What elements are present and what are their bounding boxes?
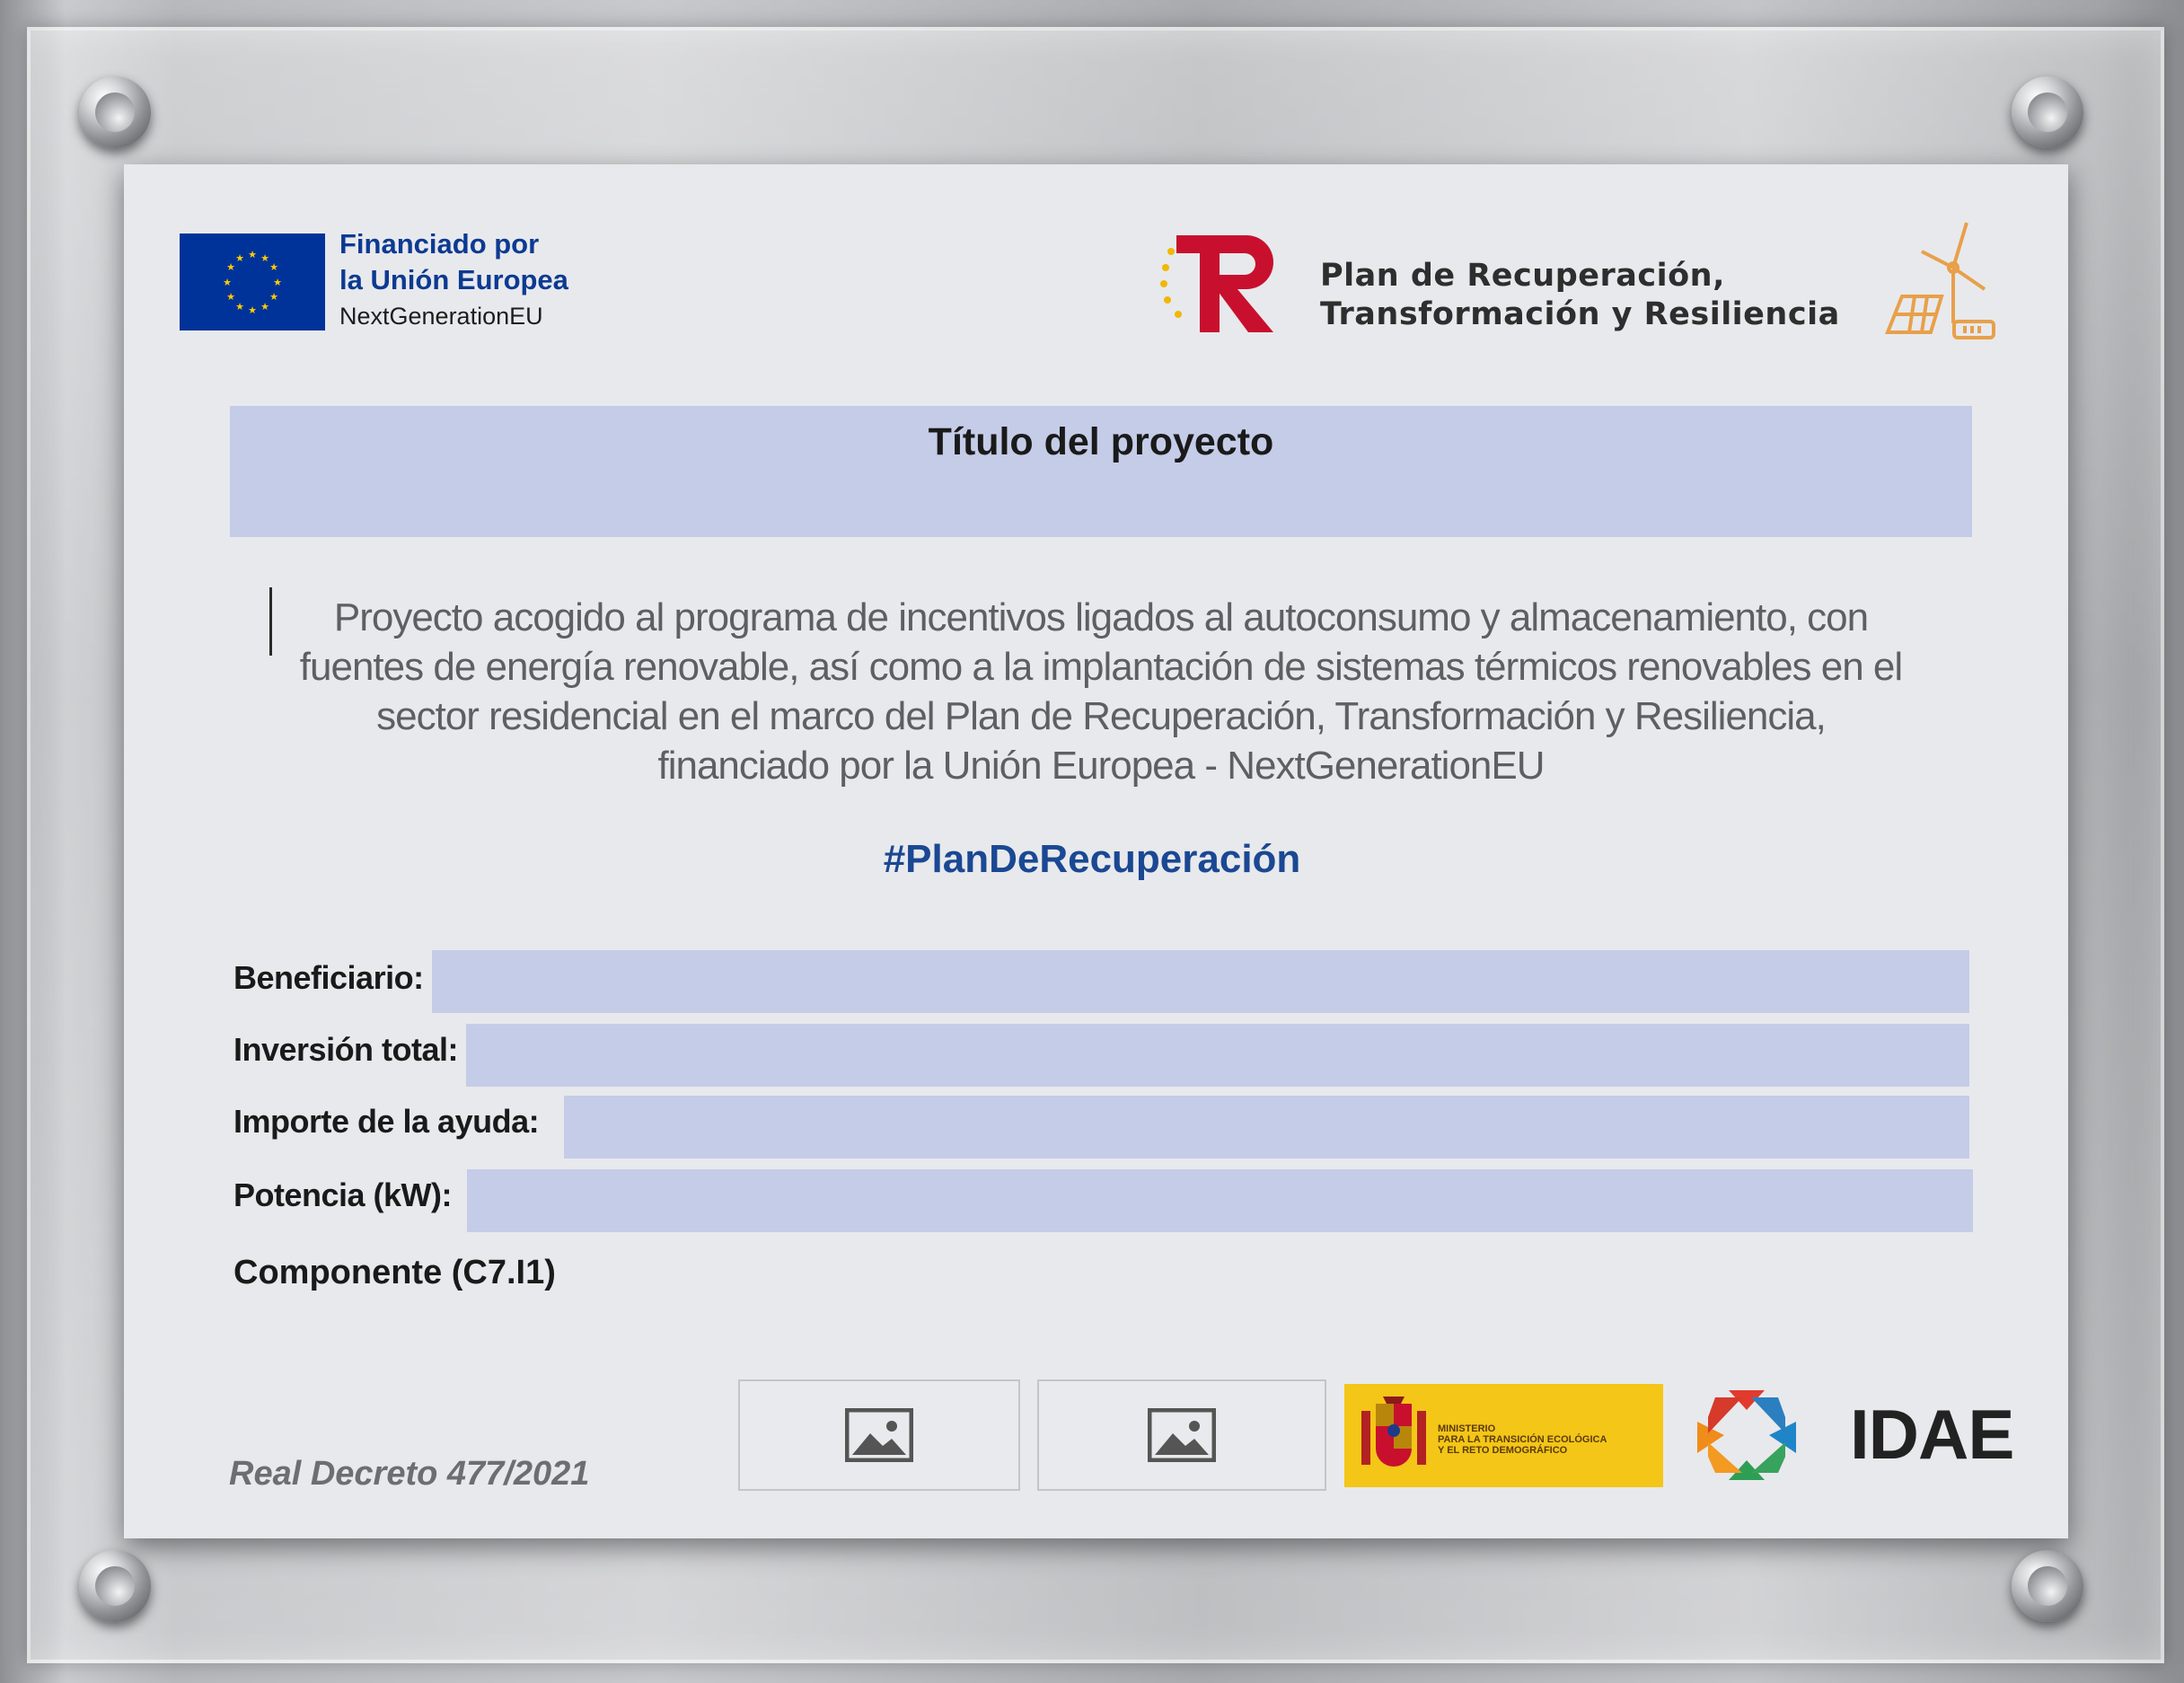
wind-solar-icon [1868,216,2003,350]
eu-funding-text: Financiado por la Unión Europea NextGene… [339,226,568,334]
ministry-text: MINISTERIO PARA LA TRANSICIÓN ECOLÓGICA … [1438,1423,1653,1456]
importe-label: Importe de la ayuda: [233,1103,540,1140]
importe-field[interactable] [564,1096,1969,1159]
beneficiario-field[interactable] [432,950,1969,1013]
svg-text:★: ★ [269,291,278,303]
tr-logo-icon [1158,225,1293,337]
description-line-2: fuentes de energía renovable, así como a… [299,645,1903,689]
svg-text:★: ★ [248,304,257,316]
ministry-line-1: MINISTERIO [1438,1423,1496,1434]
ministry-line-2: PARA LA TRANSICIÓN ECOLÓGICA [1438,1434,1607,1445]
potencia-field[interactable] [467,1169,1973,1232]
svg-text:★: ★ [260,301,269,313]
description-line-1: Proyecto acogido al programa de incentiv… [333,595,1869,639]
svg-text:★: ★ [248,249,257,260]
plan-recuperacion-text: Plan de Recuperación, Transformación y R… [1320,257,1840,334]
eu-flag-icon: ★ ★ ★ ★ ★ ★ ★ ★ ★ ★ ★ ★ [180,234,325,330]
screw-bottom-right [2012,1550,2083,1622]
svg-text:★: ★ [226,261,235,273]
plan-line2: Transformación y Resiliencia [1320,296,1840,332]
screw-top-left [79,76,151,148]
svg-text:★: ★ [226,291,235,303]
description-line-4: financiado por la Unión Europea - NextGe… [657,744,1545,788]
image-icon [1148,1408,1216,1462]
eu-line3: NextGenerationEU [339,303,543,330]
inversion-field[interactable] [466,1024,1969,1087]
description-line-3: sector residencial en el marco del Plan … [376,694,1827,738]
svg-text:★: ★ [235,301,244,313]
idae-wordmark: IDAE [1850,1395,2014,1474]
svg-text:★: ★ [235,252,244,264]
svg-text:★: ★ [269,261,278,273]
screw-bottom-left [79,1550,151,1622]
svg-text:★: ★ [223,277,232,288]
project-title: Título del proyecto [928,420,1274,463]
svg-text:★: ★ [260,252,269,264]
real-decreto: Real Decreto 477/2021 [229,1455,590,1493]
image-placeholder-1[interactable] [738,1379,1020,1491]
beneficiario-label: Beneficiario: [233,959,424,996]
ministry-line-3: Y EL RETO DEMOGRÁFICO [1438,1445,1568,1456]
eu-line1: Financiado por [339,228,540,260]
plan-line1: Plan de Recuperación, [1320,258,1725,294]
idae-logo-icon [1688,1381,1805,1489]
ministry-logo: MINISTERIO PARA LA TRANSICIÓN ECOLÓGICA … [1344,1384,1663,1487]
eu-line2: la Unión Europea [339,264,568,295]
project-description: Proyecto acogido al programa de incentiv… [257,593,1945,790]
hashtag: #PlanDeRecuperación [883,837,1301,881]
screw-top-right [2012,76,2083,148]
image-icon [845,1408,913,1462]
spain-coat-of-arms-icon [1361,1397,1426,1467]
inversion-label: Inversión total: [233,1031,459,1068]
componente-label: Componente (C7.I1) [233,1254,556,1291]
project-title-field[interactable]: Título del proyecto [230,406,1972,537]
svg-text:★: ★ [273,277,282,288]
potencia-label: Potencia (kW): [233,1176,453,1213]
image-placeholder-2[interactable] [1037,1379,1326,1491]
